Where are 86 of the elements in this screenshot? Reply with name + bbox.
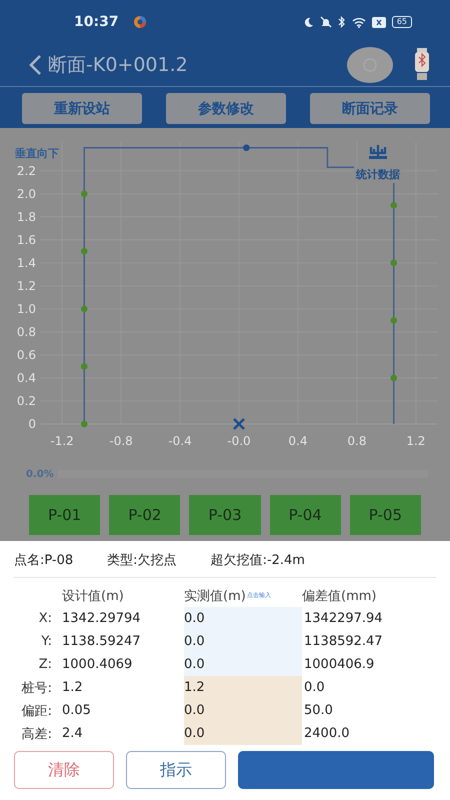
point-button[interactable]: P-04 [270, 495, 341, 535]
deviation-value: 50.0 [303, 702, 334, 720]
back-icon[interactable] [28, 54, 42, 76]
row-label: Y: [40, 633, 53, 651]
bluetooth-icon [338, 16, 346, 28]
survey-point [80, 190, 88, 198]
y-tick-label: 0.2 [16, 394, 36, 408]
survey-point [390, 317, 398, 324]
action-button[interactable]: 清除 [14, 751, 114, 789]
y-tick-label: 0.6 [16, 348, 36, 362]
column-header: 设计值(m) [62, 588, 125, 606]
y-tick-label: 1.0 [16, 302, 36, 316]
bell-off-icon [320, 16, 332, 28]
deviation-value: 2400.0 [303, 725, 350, 743]
progress-text: 0.0% [26, 468, 54, 480]
design-value: 2.4 [62, 725, 84, 743]
device-icon[interactable] [414, 48, 430, 82]
point-name: 点名:P-08 [14, 552, 74, 569]
moon-icon [302, 16, 314, 28]
toolbar-button[interactable]: 参数修改 [166, 93, 286, 124]
measured-value-field[interactable]: 0.0 [184, 630, 302, 653]
y-tick-label: 0.8 [16, 324, 36, 339]
stats-label[interactable]: 统计数据 [354, 166, 402, 183]
survey-point [80, 363, 88, 370]
row-label: Z: [38, 656, 53, 674]
measured-value-field[interactable]: 0.0 [184, 653, 302, 676]
stats-icon[interactable] [368, 144, 388, 160]
y-tick-label: 1.6 [16, 232, 36, 247]
row-label: X: [38, 610, 53, 628]
measured-value-field[interactable]: 1.2 [184, 676, 302, 699]
wifi-icon [352, 16, 366, 28]
x-tick-label: -1.2 [50, 434, 74, 448]
measured-value-field[interactable]: 0.0 [184, 699, 302, 722]
x-tick-label: -0.8 [109, 434, 133, 448]
x-tick-label: -0.4 [168, 434, 192, 448]
design-value: 1000.4069 [62, 656, 134, 674]
row-label: 高差: [20, 726, 53, 744]
survey-point [390, 260, 398, 266]
measured-value-field[interactable]: 0.0 [184, 722, 302, 745]
survey-point [80, 420, 88, 428]
y-tick-label: 1.8 [16, 210, 36, 224]
avatar-icon[interactable] [346, 46, 394, 84]
deviation-value: 1138592.47 [303, 633, 384, 651]
x-tick-label: 0.8 [347, 434, 366, 448]
survey-point [390, 202, 398, 209]
y-tick-label: 1.2 [16, 278, 36, 293]
excavation-value: 超欠挖值:-2.4m [210, 552, 305, 569]
x-tick-label: 0.4 [288, 434, 308, 448]
y-tick-label: 2.0 [16, 186, 36, 201]
row-label: 偏距: [20, 702, 53, 720]
toolbar-button[interactable]: 重新设站 [22, 93, 142, 124]
survey-point [80, 306, 88, 312]
design-value: 1342.29794 [62, 610, 142, 628]
point-button[interactable]: P-05 [350, 495, 422, 535]
deviation-value: 1000406.9 [303, 656, 376, 674]
y-tick-label: 0.4 [16, 370, 36, 385]
axis-direction-label: 垂直向下 [15, 146, 59, 161]
point-type: 类型:欠挖点 [107, 552, 177, 569]
column-header: 偏差值(mm) [302, 588, 378, 606]
survey-point [80, 248, 88, 255]
row-label: 桩号: [20, 680, 53, 698]
point-button[interactable]: P-02 [109, 495, 180, 535]
battery-indicator: 65 [392, 16, 412, 28]
app-icon [132, 15, 147, 29]
x-tick-label: 1.2 [406, 434, 426, 448]
design-value: 1.2 [62, 679, 84, 697]
point-button[interactable]: P-01 [29, 495, 100, 535]
action-button[interactable]: 指示 [126, 751, 226, 789]
sim-icon [372, 16, 386, 28]
x-tick-label: -0.0 [227, 434, 251, 448]
survey-point [390, 374, 398, 382]
station-marker [232, 418, 246, 430]
y-tick-label: 1.4 [16, 256, 36, 270]
design-value: 0.05 [62, 702, 92, 720]
deviation-value: 0.0 [303, 679, 326, 697]
deviation-value: 1342297.94 [303, 610, 384, 628]
page-title: 断面-K0+001.2 [48, 53, 188, 78]
point-button[interactable]: P-03 [189, 495, 261, 535]
y-tick-label: 0 [28, 417, 36, 431]
y-tick-label: 2.2 [16, 164, 36, 178]
status-time: 10:37 [74, 14, 119, 30]
column-header: 实测值(m) [184, 588, 246, 604]
survey-point [243, 144, 250, 152]
toolbar-button[interactable]: 断面记录 [310, 93, 430, 124]
design-value: 1138.59247 [62, 633, 142, 651]
measured-value-field[interactable]: 0.0 [184, 607, 302, 630]
